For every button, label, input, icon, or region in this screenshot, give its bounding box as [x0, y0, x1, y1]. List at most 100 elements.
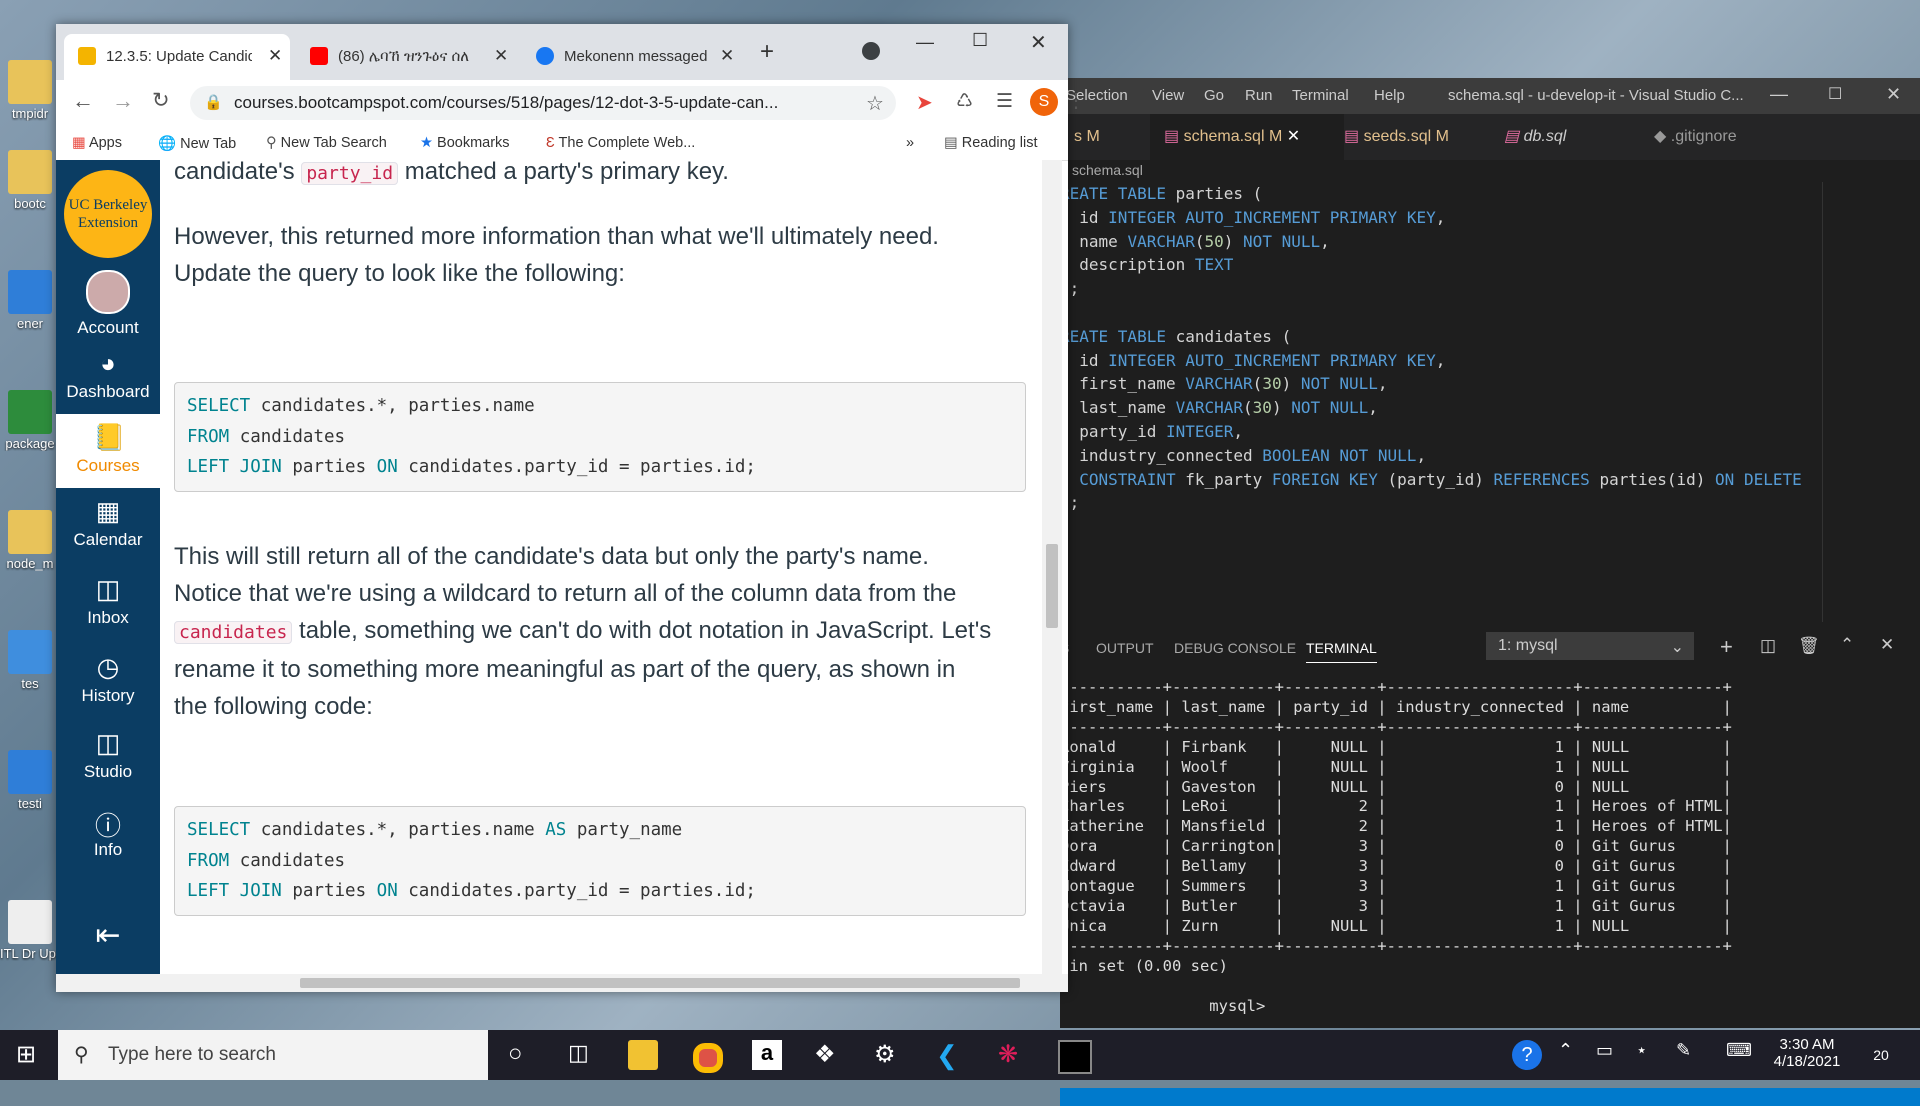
close-tab-icon[interactable]: ✕ — [494, 46, 508, 66]
menu-dots-icon[interactable]: ⋮ — [1066, 88, 1086, 113]
nav-dashboard[interactable]: ◕ Dashboard — [56, 348, 160, 402]
desktop-icon-node-m[interactable]: node_m — [0, 510, 60, 571]
cortana-icon[interactable]: ○ — [508, 1040, 538, 1070]
amazon-icon[interactable]: a — [752, 1040, 782, 1070]
terminal-icon[interactable] — [1058, 1040, 1092, 1074]
nav-info[interactable]: ⓘ Info — [56, 806, 160, 860]
reload-icon[interactable]: ↻ — [152, 88, 170, 113]
desktop-icon-itl[interactable]: ITL Dr Upda — [0, 900, 60, 961]
bookmark-bookmarks[interactable]: ★ Bookmarks — [420, 135, 510, 151]
menu-help[interactable]: Help — [1374, 87, 1405, 104]
uc-berkeley-logo[interactable]: UC Berkeley Extension — [64, 170, 152, 258]
terminal-output[interactable]: -----------+-----------+----------+-----… — [1060, 678, 1920, 1016]
nav-calendar[interactable]: ▦ Calendar — [56, 496, 160, 550]
chrome-icon[interactable] — [690, 1040, 726, 1076]
task-view-icon[interactable]: ◫ — [568, 1040, 598, 1070]
tab-search-icon[interactable] — [862, 42, 880, 60]
menu-view[interactable]: View — [1152, 87, 1184, 104]
browser-tab-facebook[interactable]: Mekonenn messaged ✕ — [522, 34, 748, 80]
bookmark-apps[interactable]: ▦ Apps — [72, 135, 122, 151]
close-panel-icon[interactable]: ✕ — [1880, 635, 1894, 655]
new-tab-icon[interactable]: + — [760, 38, 774, 66]
nav-account[interactable]: Account — [56, 270, 160, 338]
terminal-line: Katherine | Mansfield | 2 | 1 | Heroes o… — [1060, 817, 1732, 836]
editor-tab-seeds[interactable]: ▤ seeds.sql M — [1330, 114, 1504, 160]
minimap[interactable] — [1822, 182, 1913, 622]
bookmark-new-tab[interactable]: 🌐 New Tab — [158, 135, 236, 152]
keyboard-icon[interactable]: ⌨ — [1726, 1040, 1756, 1070]
menu-run[interactable]: Run — [1245, 87, 1273, 104]
history-icon: ◷ — [96, 652, 120, 682]
pen-icon[interactable]: ✎ — [1676, 1040, 1706, 1070]
tab-debug-console[interactable]: DEBUG CONSOLE — [1174, 640, 1296, 656]
notifications-badge[interactable]: 20 — [1866, 1040, 1896, 1070]
maximize-panel-icon[interactable]: ⌃ — [1840, 635, 1854, 655]
nav-inbox[interactable]: ◫ Inbox — [56, 574, 160, 628]
collapse-nav-icon[interactable]: ⇤ — [56, 918, 160, 953]
settings-gear-icon[interactable]: ⚙ — [874, 1040, 904, 1070]
puzzle-icon[interactable]: ♺ — [956, 90, 973, 113]
reading-list[interactable]: ▤ Reading list — [944, 135, 1038, 151]
nav-studio[interactable]: ◫ Studio — [56, 728, 160, 782]
menu-terminal[interactable]: Terminal — [1292, 87, 1349, 104]
profile-avatar[interactable]: S — [1030, 88, 1058, 116]
horizontal-scrollbar[interactable] — [56, 974, 1068, 992]
minimize-icon[interactable]: — — [916, 32, 934, 53]
editor-tab-schema[interactable]: ▤ schema.sql M ✕ — [1150, 114, 1344, 160]
windows-start-icon[interactable]: ⊞ — [16, 1040, 46, 1070]
browser-tab-youtube[interactable]: (86) ሌባኸ ዝንጉዕና ሰለ ✕ — [296, 34, 522, 80]
close-icon[interactable]: ✕ — [1886, 84, 1901, 105]
maximize-icon[interactable]: ☐ — [1828, 84, 1842, 104]
extension-icon[interactable]: ➤ — [916, 90, 933, 115]
code-editor[interactable]: REATE TABLE parties ( id INTEGER AUTO_IN… — [1060, 182, 1860, 515]
bookmark-new-tab-search[interactable]: ⚲ New Tab Search — [266, 135, 387, 151]
nav-courses[interactable]: 📒 Courses — [56, 414, 160, 488]
address-bar[interactable]: 🔒 courses.bootcampspot.com/courses/518/p… — [190, 86, 896, 120]
vertical-scrollbar[interactable] — [1042, 160, 1062, 974]
editor-tab-1[interactable]: s M — [1060, 114, 1164, 160]
scroll-thumb[interactable] — [300, 978, 1020, 988]
chevron-up-icon[interactable]: ⌃ — [1558, 1040, 1588, 1070]
file-explorer-icon[interactable] — [628, 1040, 658, 1070]
desktop-icon-testi[interactable]: testi — [0, 750, 60, 811]
desktop-icon-ener[interactable]: ener — [0, 270, 60, 331]
editor-tab-gitignore[interactable]: ◆ .gitignore — [1640, 114, 1804, 160]
back-icon[interactable]: ← — [72, 88, 94, 114]
close-tab-icon[interactable]: ✕ — [1287, 128, 1300, 145]
bookmarks-overflow[interactable]: » — [906, 135, 914, 151]
wifi-icon[interactable]: ⋆ — [1636, 1040, 1666, 1070]
close-tab-icon[interactable]: ✕ — [720, 46, 734, 66]
tab-output[interactable]: OUTPUT — [1096, 640, 1154, 656]
paragraph-3: This will still return all of the candid… — [174, 543, 992, 720]
trash-icon[interactable]: 🗑 — [1798, 636, 1820, 656]
tab-terminal[interactable]: TERMINAL — [1306, 640, 1377, 663]
system-clock[interactable]: 3:30 AM 4/18/2021 — [1762, 1036, 1852, 1070]
desktop-icon-tes[interactable]: tes — [0, 630, 60, 691]
close-tab-icon[interactable]: ✕ — [268, 46, 282, 66]
bookmark-complete-web[interactable]: Ɛ The Complete Web... — [546, 135, 695, 151]
add-terminal-icon[interactable]: + — [1720, 634, 1733, 660]
maximize-icon[interactable]: ☐ — [972, 30, 988, 51]
taskbar-search[interactable]: ⚲ Type here to search — [58, 1030, 488, 1080]
split-terminal-icon[interactable]: ◫ — [1760, 636, 1776, 656]
browser-tab-active[interactable]: 12.3.5: Update Candid ✕ — [64, 34, 290, 80]
vscode-icon[interactable]: ❮ — [936, 1040, 966, 1070]
terminal-select[interactable]: 1: mysql ⌄ — [1486, 632, 1694, 660]
desktop-icon-bootc[interactable]: bootc — [0, 150, 60, 211]
star-icon[interactable]: ☆ — [866, 91, 884, 116]
help-icon[interactable]: ? — [1512, 1040, 1542, 1070]
close-window-icon[interactable]: ✕ — [1030, 30, 1047, 55]
desktop-icon-package[interactable]: package — [0, 390, 60, 451]
media-icon[interactable]: ☰ — [996, 90, 1013, 113]
minimize-icon[interactable]: — — [1770, 84, 1788, 105]
forward-icon[interactable]: → — [112, 88, 134, 114]
scroll-thumb[interactable] — [1046, 544, 1058, 628]
menu-go[interactable]: Go — [1204, 87, 1224, 104]
editor-tab-db[interactable]: ▤ db.sql — [1490, 114, 1654, 160]
nav-history[interactable]: ◷ History — [56, 652, 160, 706]
slack-icon[interactable]: ❋ — [998, 1040, 1028, 1070]
desktop-icon-tmpidr[interactable]: tmpidr — [0, 60, 60, 121]
file-icon — [8, 630, 52, 674]
battery-icon[interactable]: ▭ — [1596, 1040, 1626, 1070]
dropbox-icon[interactable]: ❖ — [814, 1040, 844, 1070]
